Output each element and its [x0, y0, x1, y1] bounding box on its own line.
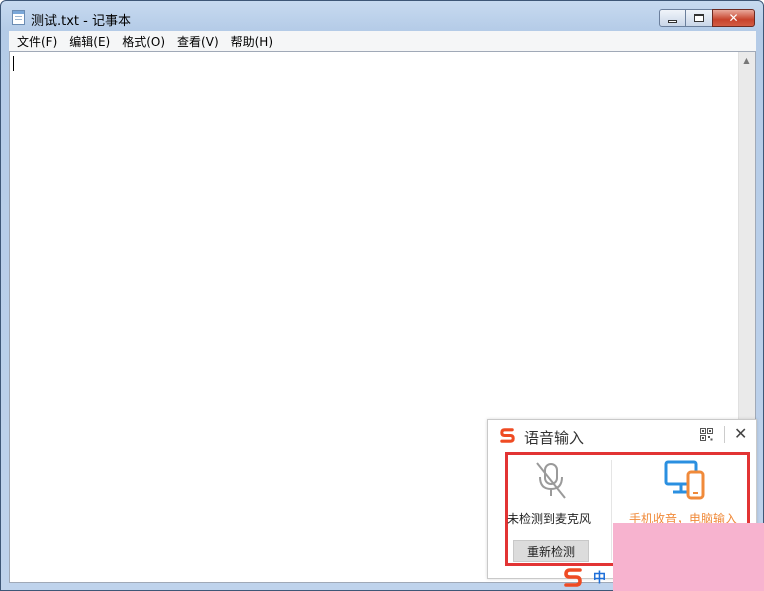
text-caret	[13, 56, 14, 71]
header-divider	[724, 426, 725, 443]
menu-file[interactable]: 文件(F)	[13, 33, 63, 50]
ime-mode-indicator[interactable]: 中	[593, 567, 606, 586]
menu-format[interactable]: 格式(O)	[118, 33, 171, 50]
option-divider	[611, 460, 612, 560]
minimize-icon	[668, 19, 677, 23]
voice-panel-header: 语音输入 ✕	[488, 420, 756, 450]
scroll-up-icon[interactable]: ▲	[738, 52, 755, 69]
sogou-logo-icon	[498, 426, 517, 445]
maximize-icon	[694, 14, 704, 22]
close-icon: ✕	[728, 11, 739, 25]
sogou-ime-icon[interactable]	[561, 565, 585, 589]
window-title: 测试.txt - 记事本	[31, 14, 131, 29]
voice-panel-close-icon[interactable]: ✕	[734, 424, 747, 444]
qr-code-icon[interactable]	[700, 428, 713, 441]
recheck-button[interactable]: 重新检测	[513, 540, 589, 562]
minimize-button[interactable]	[659, 9, 686, 27]
redaction-overlay	[613, 523, 764, 591]
mic-status-text: 未检测到麦克风	[507, 512, 592, 526]
menu-help[interactable]: 帮助(H)	[227, 33, 279, 50]
window-controls: ✕	[659, 9, 755, 27]
voice-panel-title: 语音输入	[524, 429, 585, 447]
ime-status-bar[interactable]: 中	[561, 564, 613, 589]
menu-edit[interactable]: 编辑(E)	[65, 33, 116, 50]
menu-view[interactable]: 查看(V)	[173, 33, 225, 50]
microphone-off-icon	[536, 462, 566, 499]
menu-bar: 文件(F) 编辑(E) 格式(O) 查看(V) 帮助(H)	[9, 31, 756, 51]
maximize-button[interactable]	[686, 9, 712, 27]
title-bar[interactable]: 测试.txt - 记事本 ✕	[1, 1, 763, 31]
phone-to-pc-icon[interactable]	[664, 460, 706, 500]
notepad-icon	[12, 10, 25, 25]
close-button[interactable]: ✕	[712, 9, 755, 27]
